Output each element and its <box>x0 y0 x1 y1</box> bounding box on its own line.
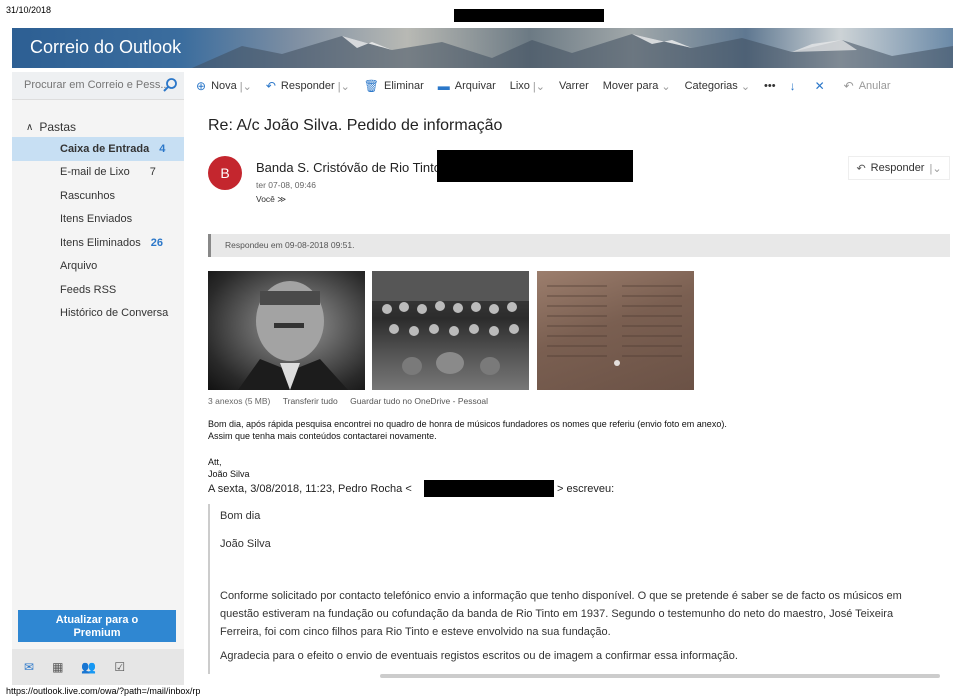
message-subject: Re: A/c João Silva. Pedido de informação <box>208 117 503 134</box>
undo-button[interactable]: ↶ Anular <box>844 79 891 93</box>
quoted-line: Ferreira, foi com cinco filhos para Rio … <box>220 626 611 638</box>
close-button[interactable]: ✕ <box>815 79 830 93</box>
search-input[interactable] <box>24 79 166 91</box>
folders-header[interactable]: ∧ Pastas <box>26 120 76 134</box>
attachment-thumbnail[interactable] <box>208 271 365 390</box>
next-button[interactable]: ↓ <box>790 79 801 93</box>
folder-drafts[interactable]: Rascunhos <box>12 184 184 208</box>
quote-header-end: > escreveu: <box>557 483 615 495</box>
redacted-email <box>424 480 554 497</box>
trash-icon: 🗑 <box>363 79 380 93</box>
redacted-title <box>454 9 604 22</box>
folder-list: Caixa de Entrada 4 E-mail de Lixo 7 Rascun… <box>12 137 184 325</box>
new-button[interactable]: ⊕ Nova |⌄ <box>196 79 252 93</box>
folder-deleted[interactable]: Itens Eliminados 26 <box>12 231 184 255</box>
quoted-greeting: Bom dia <box>220 510 261 522</box>
recipient[interactable]: Você ≫ <box>256 194 286 205</box>
unread-count: 7 <box>149 166 156 179</box>
attachment-thumbnail[interactable] <box>372 271 529 390</box>
chevron-up-icon[interactable]: ∧ <box>26 122 33 133</box>
sent-date: ter 07-08, 09:46 <box>256 180 317 190</box>
chevron-down-icon[interactable]: |⌄ <box>929 162 941 175</box>
folder-sidebar: ∧ Pastas Caixa de Entrada 4 E-mail de Lix… <box>12 100 184 685</box>
avatar: B <box>208 156 242 190</box>
reply-button[interactable]: ↶ Responder |⌄ <box>266 79 350 93</box>
body-line: Assim que tenha mais conteúdos contactar… <box>208 431 437 441</box>
quoted-message: Bom dia João Silva Conforme solicitado p… <box>208 504 950 674</box>
redacted-sender-email <box>437 150 633 182</box>
sender-name[interactable]: Banda S. Cristóvão de Rio Tinto <box>256 160 441 175</box>
quote-header: A sexta, 3/08/2018, 11:23, Pedro Rocha < <box>208 483 412 495</box>
chevron-down-icon[interactable]: |⌄ <box>240 80 252 93</box>
command-toolbar: ⊕ Nova |⌄ ↶ Responder |⌄ 🗑 Eliminar ▬ Arquivar… <box>196 72 953 100</box>
chevron-down-icon[interactable]: |⌄ <box>533 80 545 93</box>
chevron-down-icon: ⌄ <box>740 80 751 93</box>
folder-junk[interactable]: E-mail de Lixo 7 <box>12 161 184 185</box>
archive-icon: ▬ <box>437 79 450 93</box>
arrow-down-icon: ↓ <box>789 79 796 93</box>
people-icon[interactable]: 👥 <box>81 660 96 674</box>
signoff: Att, <box>208 457 222 467</box>
honor-board-photo <box>547 285 682 366</box>
chevron-down-icon[interactable]: ≫ <box>277 194 286 204</box>
archive-button[interactable]: ▬ Arquivar <box>438 79 496 93</box>
horizontal-scrollbar[interactable] <box>380 674 940 678</box>
categories-button[interactable]: Categorias ⌄ <box>685 80 750 93</box>
tasks-icon[interactable]: ☑ <box>114 660 125 674</box>
attachment-summary: 3 anexos (5 MB) Transferir tudo Guardar … <box>208 396 489 406</box>
app-switcher: ✉ ▦ 👥 ☑ <box>12 649 184 685</box>
folder-rss[interactable]: Feeds RSS <box>12 278 184 302</box>
sweep-button[interactable]: Varrer <box>559 80 589 92</box>
folder-conversation-history[interactable]: Histórico de Conversa <box>12 302 184 326</box>
save-onedrive-link[interactable]: Guardar tudo no OneDrive - Pessoal <box>350 396 488 406</box>
search-icon[interactable] <box>162 77 178 93</box>
quoted-line: questão estiveram na fundação ou cofunda… <box>220 608 894 620</box>
folder-archive[interactable]: Arquivo <box>12 255 184 279</box>
unread-count: 26 <box>150 236 163 249</box>
search-box[interactable] <box>12 72 184 100</box>
header-banner: Correio do Outlook <box>12 28 953 68</box>
calendar-icon[interactable]: ▦ <box>52 660 63 674</box>
band-photo <box>372 271 529 375</box>
plus-circle-icon: ⊕ <box>196 79 207 93</box>
download-all-link[interactable]: Transferir tudo <box>283 396 338 406</box>
chevron-down-icon[interactable]: |⌄ <box>338 80 350 93</box>
move-to-button[interactable]: Mover para ⌄ <box>603 80 671 93</box>
more-button[interactable]: ••• <box>764 80 776 92</box>
app-title[interactable]: Correio do Outlook <box>30 37 181 58</box>
junk-button[interactable]: Lixo |⌄ <box>510 80 545 93</box>
replied-notice: Respondeu em 09-08-2018 09:51. <box>208 234 950 257</box>
reply-icon: ↶ <box>265 79 276 93</box>
quoted-addressee: João Silva <box>220 538 271 550</box>
undo-icon: ↶ <box>843 79 854 93</box>
print-url: https://outlook.live.com/owa/?path=/mail… <box>6 686 201 696</box>
signature: João Silva <box>208 469 250 479</box>
mail-icon[interactable]: ✉ <box>24 660 34 674</box>
chevron-down-icon: ⌄ <box>661 80 671 93</box>
body-line: Bom dia, após rápida pesquisa encontrei … <box>208 419 727 429</box>
reply-button[interactable]: ↶ Responder |⌄ <box>848 156 950 180</box>
folder-inbox[interactable]: Caixa de Entrada 4 <box>12 137 184 161</box>
close-icon: ✕ <box>814 79 825 93</box>
reply-icon: ↶ <box>856 162 866 175</box>
folder-sent[interactable]: Itens Enviados <box>12 208 184 232</box>
quoted-line: Agradecia para o efeito o envio de event… <box>220 650 738 662</box>
delete-button[interactable]: 🗑 Eliminar <box>364 79 424 93</box>
attachment-thumbnail[interactable] <box>537 271 694 390</box>
quoted-line: Conforme solicitado por contacto telefón… <box>220 590 902 602</box>
upgrade-premium-button[interactable]: Atualizar para o Premium <box>18 610 176 642</box>
print-date: 31/10/2018 <box>6 5 52 15</box>
unread-count: 4 <box>159 142 166 155</box>
portrait-photo <box>238 281 348 390</box>
